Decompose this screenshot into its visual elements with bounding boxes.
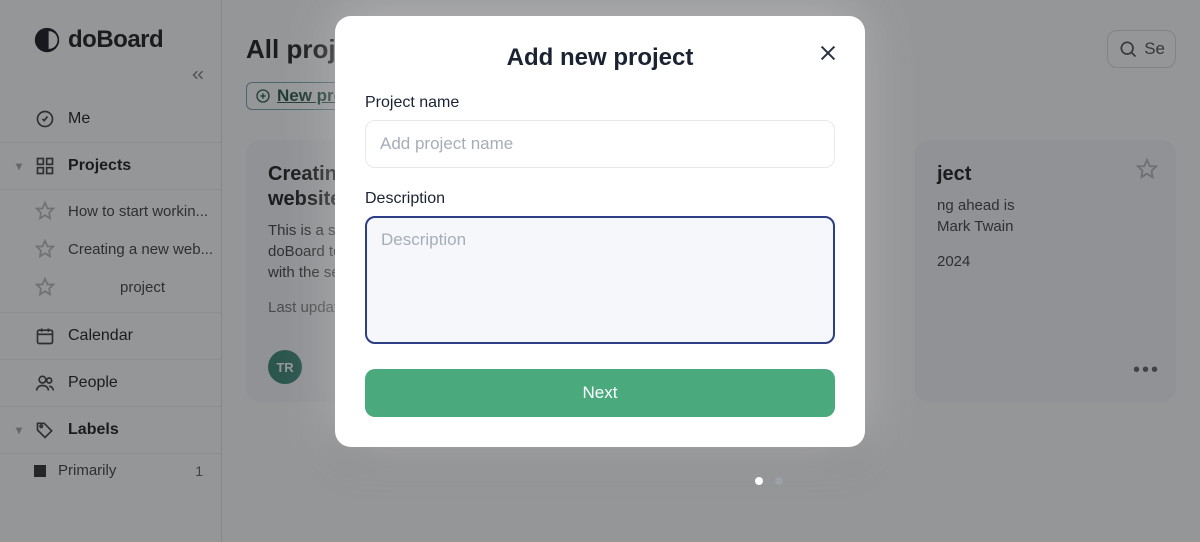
project-name-input[interactable]: [365, 120, 835, 168]
description-input[interactable]: [365, 216, 835, 344]
pager-dot[interactable]: [755, 477, 763, 485]
modal-overlay[interactable]: Add new project Project name Description…: [0, 0, 1200, 542]
description-label: Description: [365, 190, 835, 208]
pager-dot[interactable]: [775, 477, 783, 485]
next-button[interactable]: Next: [365, 369, 835, 417]
project-name-label: Project name: [365, 94, 835, 112]
pager-dots[interactable]: [755, 477, 783, 485]
modal-title: Add new project: [365, 44, 835, 72]
modal-close-button[interactable]: [817, 42, 839, 69]
close-icon: [817, 42, 839, 64]
add-project-modal: Add new project Project name Description…: [335, 16, 865, 447]
